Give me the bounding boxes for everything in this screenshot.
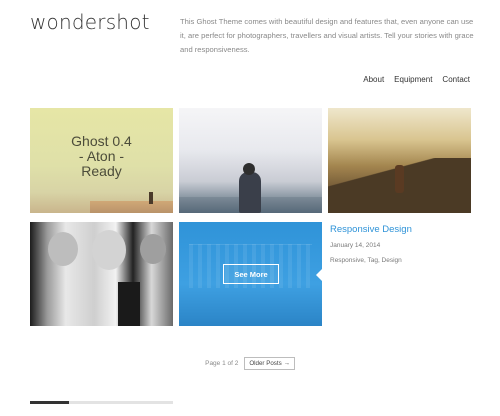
photo-tile-portraits[interactable] [30,222,173,326]
arrow-right-icon: → [283,360,290,367]
ghost-release-tile[interactable]: Ghost 0.4 - Aton - Ready [30,108,173,213]
photo-person [239,172,261,213]
see-more-button[interactable]: See More [223,264,279,284]
tile-ground-decoration [90,201,173,213]
featured-post-tile[interactable]: See More [179,222,322,326]
post-tags: Responsive, Tag, Design [330,257,402,264]
photo-tile-seaside[interactable] [179,108,322,213]
progress-bar [30,401,173,404]
photo-face-2 [92,230,126,270]
post-summary: Responsive Design January 14, 2014 Respo… [330,224,480,264]
post-date: January 14, 2014 [330,242,381,249]
main-nav: About Equipment Contact [363,75,470,84]
progress-fill [30,401,69,404]
nav-about[interactable]: About [363,75,384,84]
photo-person-head [243,163,255,175]
photo-tile-mountain[interactable] [328,108,471,213]
ghost-release-line2: - Aton - [78,148,125,164]
page-indicator: Page 1 of 2 [205,360,239,367]
photo-face-3 [140,234,166,264]
older-posts-label: Older Posts [249,360,282,367]
nav-equipment[interactable]: Equipment [394,75,432,84]
ghost-release-text: Ghost 0.4 - Aton - Ready [30,134,173,179]
site-description: This Ghost Theme comes with beautiful de… [180,17,474,54]
photo-suit [118,282,140,326]
site-title[interactable]: wondershot [30,10,150,34]
post-title[interactable]: Responsive Design [330,224,480,235]
ghost-release-line3: Ready [81,163,122,179]
tile-figure-decoration [149,192,153,204]
pagination: Page 1 of 2 Older Posts → [0,357,500,370]
ghost-release-line1: Ghost 0.4 [71,133,132,149]
older-posts-button[interactable]: Older Posts → [244,357,295,370]
pointer-arrow [316,268,322,282]
nav-contact[interactable]: Contact [442,75,470,84]
photo-face-1 [48,232,78,266]
photo-hiker [395,165,404,193]
